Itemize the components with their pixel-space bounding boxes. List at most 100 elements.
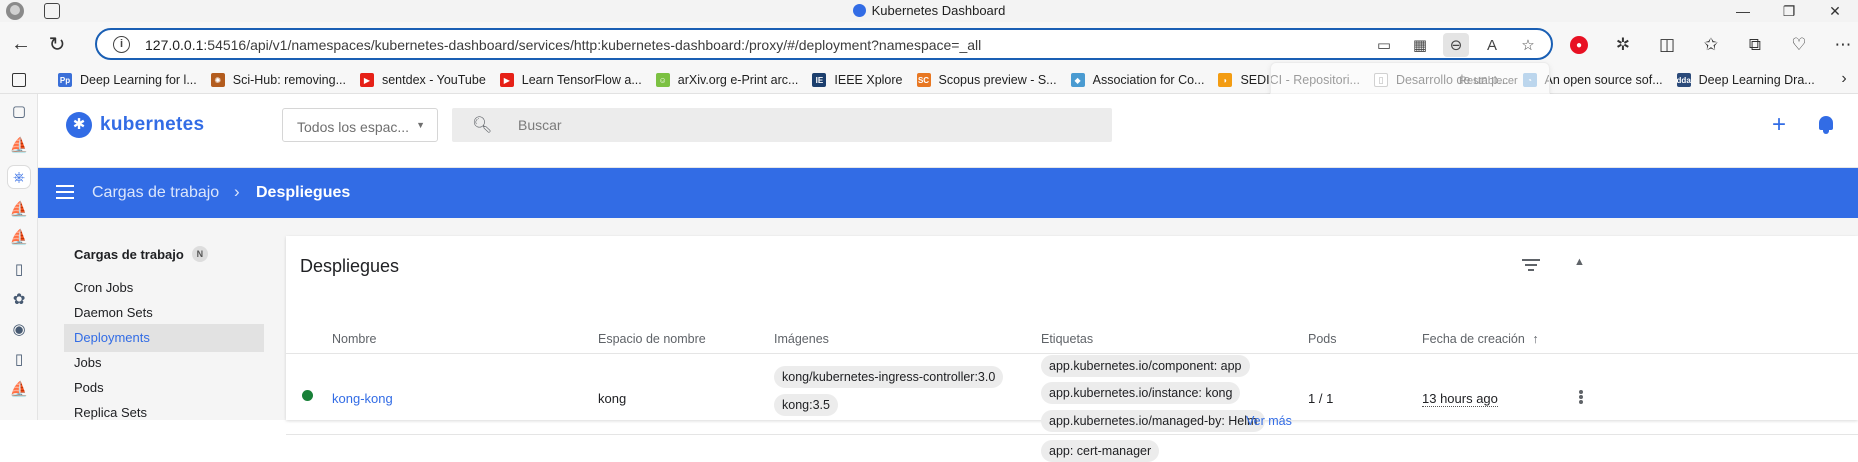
bookmark-favicon-icon: SC bbox=[916, 73, 931, 87]
nav-item-replica-sets[interactable]: Replica Sets bbox=[64, 399, 264, 427]
bookmark-favicon-icon: IE bbox=[812, 73, 827, 87]
sort-arrow-up-icon: ↑ bbox=[1532, 332, 1539, 346]
deployment-name-link[interactable]: kong-kong bbox=[332, 391, 393, 406]
bookmark-label: sentdex - YouTube bbox=[381, 73, 486, 87]
helm-tab-icon-4[interactable]: ⛵ bbox=[8, 378, 30, 400]
column-header-namespace[interactable]: Espacio de nombre bbox=[598, 332, 706, 346]
bookmark-favicon-icon: ◆ bbox=[1070, 73, 1085, 87]
menu-hamburger-icon[interactable] bbox=[56, 185, 74, 199]
column-header-images[interactable]: Imágenes bbox=[774, 332, 829, 346]
bookmark-item[interactable]: ◆ Association for Co... bbox=[1070, 73, 1204, 87]
breadcrumb-current: Despliegues bbox=[256, 184, 351, 201]
kubernetes-logo[interactable]: kubernetes bbox=[66, 112, 204, 138]
app-available-icon[interactable]: ▭ bbox=[1371, 33, 1397, 57]
extensions-icon[interactable]: ✲ bbox=[1612, 34, 1634, 56]
document-tab-icon-2[interactable]: ▯ bbox=[8, 348, 30, 370]
bookmark-item[interactable]: dda Deep Learning Dra... bbox=[1677, 73, 1815, 87]
address-bar[interactable]: i 127.0.0.1:54516/api/v1/namespaces/kube… bbox=[95, 28, 1553, 60]
nav-item-cron-jobs[interactable]: Cron Jobs bbox=[64, 274, 264, 302]
url-host: 127.0.0.1 bbox=[145, 37, 204, 53]
adblock-extension-icon[interactable]: ● bbox=[1568, 34, 1590, 56]
back-button[interactable]: ← bbox=[8, 31, 34, 57]
column-header-created[interactable]: Fecha de creación ↑ bbox=[1422, 332, 1539, 346]
browser-essentials-icon[interactable]: ♡ bbox=[1788, 34, 1810, 56]
nav-heading-label: Cargas de trabajo bbox=[74, 246, 184, 262]
helm-deploy-icon[interactable]: ⛵ bbox=[8, 134, 30, 156]
namespace-select[interactable]: Todos los espac... ▼ bbox=[282, 108, 438, 142]
kubernetes-tab-icon[interactable]: ⎈ bbox=[8, 166, 30, 188]
github-tab-icon[interactable]: ◉ bbox=[8, 318, 30, 340]
search-input[interactable] bbox=[518, 108, 1098, 142]
favorite-star-icon[interactable]: ☆ bbox=[1515, 33, 1541, 57]
nav-item-deployments[interactable]: Deployments bbox=[64, 324, 264, 352]
restore-label[interactable]: Restablecer bbox=[1459, 75, 1518, 87]
row-actions-kebab-icon[interactable] bbox=[1579, 390, 1583, 404]
nav-section-heading[interactable]: Cargas de trabajo N bbox=[74, 246, 208, 262]
bookmark-item[interactable]: ✺ Sci-Hub: removing... bbox=[210, 73, 346, 87]
kubernetes-helm-icon bbox=[66, 112, 92, 138]
bookmark-label: Learn TensorFlow a... bbox=[521, 73, 642, 87]
image-chip: kong/kubernetes-ingress-controller:3.0 bbox=[774, 366, 1004, 388]
search-box[interactable]: 🔍︎ bbox=[452, 108, 1112, 142]
bookmark-item[interactable]: ☺ arXiv.org e-Print arc... bbox=[655, 73, 798, 87]
notifications-bell-icon[interactable] bbox=[1816, 114, 1836, 136]
card-title: Despliegues bbox=[300, 256, 400, 276]
bookmark-item[interactable]: ▶ sentdex - YouTube bbox=[359, 73, 486, 87]
window-title: Kubernetes Dashboard bbox=[0, 3, 1858, 18]
split-screen-icon[interactable]: ◫ bbox=[1656, 34, 1678, 56]
status-running-icon bbox=[302, 390, 313, 401]
more-options-icon[interactable]: ⋯ bbox=[1832, 34, 1854, 56]
column-header-name[interactable]: Nombre bbox=[332, 332, 376, 346]
collapse-caret-icon[interactable]: ▲ bbox=[1574, 256, 1585, 268]
kubernetes-favicon-icon bbox=[852, 4, 866, 17]
zoom-out-icon[interactable]: ⊖ bbox=[1443, 33, 1469, 57]
column-header-labels[interactable]: Etiquetas bbox=[1041, 332, 1093, 346]
address-row: ← ↻ i 127.0.0.1:54516/api/v1/namespaces/… bbox=[0, 22, 1858, 66]
bookmark-label: Sci-Hub: removing... bbox=[232, 73, 346, 87]
bookmark-favicon-icon: ◗ bbox=[1218, 73, 1233, 87]
settings-tab-icon[interactable]: ✿ bbox=[8, 288, 30, 310]
qr-code-icon[interactable]: ▦ bbox=[1407, 33, 1433, 57]
deployments-card: Despliegues ▲ Nombre Espacio de nombre I… bbox=[286, 236, 1858, 462]
bookmark-favicon-icon: Pp bbox=[58, 73, 72, 87]
table-header-divider bbox=[286, 353, 1858, 354]
bookmark-item[interactable]: ▶ Learn TensorFlow a... bbox=[499, 73, 642, 87]
label-chip: app.kubernetes.io/managed-by: Helm bbox=[1041, 410, 1266, 432]
tab-pages-icon[interactable]: ▢ bbox=[8, 100, 30, 122]
filter-icon[interactable] bbox=[1522, 258, 1540, 272]
bookmarks-overflow-chevron-icon[interactable]: › bbox=[1834, 70, 1854, 90]
bookmark-favicon-icon: ▶ bbox=[499, 73, 514, 87]
helm-tab-icon-2[interactable]: ⛵ bbox=[8, 198, 30, 220]
bookmark-label: Scopus preview - S... bbox=[938, 73, 1057, 87]
favorites-icon[interactable]: ✩ bbox=[1700, 34, 1722, 56]
column-header-pods[interactable]: Pods bbox=[1308, 332, 1337, 346]
nav-item-pods[interactable]: Pods bbox=[64, 374, 264, 402]
bookmark-item[interactable]: IE IEEE Xplore bbox=[812, 73, 903, 87]
create-resource-plus-icon[interactable]: + bbox=[1772, 113, 1786, 137]
label-chip: app: cert-manager bbox=[1041, 440, 1160, 462]
reload-button[interactable]: ↻ bbox=[44, 31, 70, 57]
tab-actions-icon[interactable] bbox=[12, 73, 26, 87]
edge-sidebar: ▢ ⛵ ⎈ ⛵ ⛵ ▯ ✿ ◉ ▯ ⛵ bbox=[0, 94, 38, 420]
bookmark-item[interactable]: SC Scopus preview - S... bbox=[916, 73, 1057, 87]
minimize-button[interactable]: — bbox=[1720, 0, 1766, 22]
collections-icon[interactable]: ⧉ bbox=[1744, 34, 1766, 56]
breadcrumb-toolbar: Cargas de trabajo › Despliegues bbox=[38, 168, 1858, 218]
bookmark-item[interactable]: Pp Deep Learning for l... bbox=[58, 73, 197, 87]
bookmark-label: An open source sof... bbox=[1544, 73, 1663, 87]
nav-item-daemon-sets[interactable]: Daemon Sets bbox=[64, 299, 264, 327]
nav-item-jobs[interactable]: Jobs bbox=[64, 349, 264, 377]
deployment-pods: 1 / 1 bbox=[1308, 391, 1334, 406]
url-text[interactable]: 127.0.0.1:54516/api/v1/namespaces/kubern… bbox=[145, 37, 981, 53]
document-tab-icon[interactable]: ▯ bbox=[8, 258, 30, 280]
app-header: kubernetes Todos los espac... ▼ 🔍︎ + bbox=[38, 94, 1858, 168]
close-window-button[interactable]: ✕ bbox=[1812, 0, 1858, 22]
maximize-button[interactable]: ❐ bbox=[1766, 0, 1812, 22]
breadcrumb-parent-link[interactable]: Cargas de trabajo bbox=[92, 184, 219, 202]
read-aloud-icon[interactable]: A bbox=[1479, 33, 1505, 57]
helm-tab-icon-3[interactable]: ⛵ bbox=[8, 226, 30, 248]
label-chip: app.kubernetes.io/component: app bbox=[1041, 355, 1250, 377]
show-more-labels-link[interactable]: Ver más bbox=[1246, 414, 1292, 428]
site-info-icon[interactable]: i bbox=[113, 36, 130, 53]
bookmark-label: IEEE Xplore bbox=[834, 73, 903, 87]
